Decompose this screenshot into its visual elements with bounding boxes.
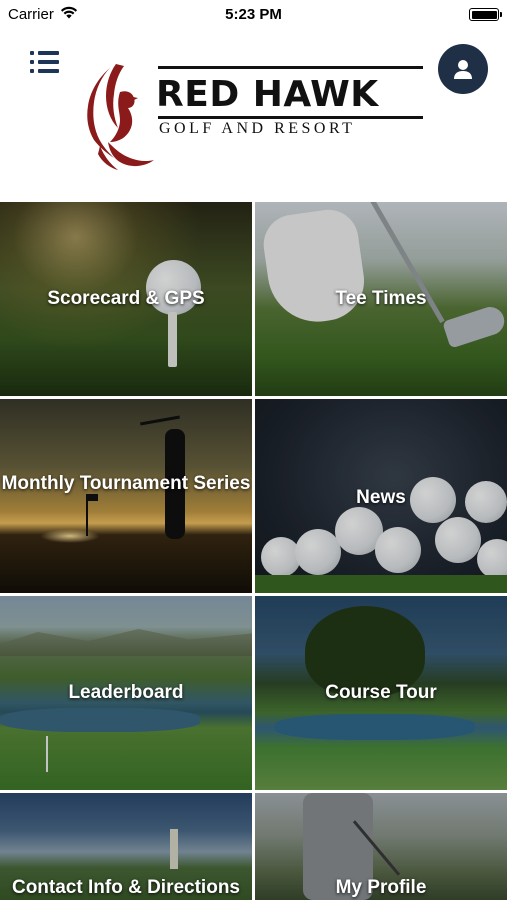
tile-contact-info[interactable]: Contact Info & Directions <box>0 793 252 900</box>
logo-rule-middle <box>158 116 423 119</box>
tile-label: Leaderboard <box>68 682 184 703</box>
tile-label: Course Tour <box>325 682 437 703</box>
logo-subtitle: GOLF AND RESORT <box>159 120 356 137</box>
logo-title: RED HAWK <box>156 74 379 115</box>
logo-rule-top <box>158 66 423 69</box>
tile-label: Monthly Tournament Series <box>1 473 251 494</box>
tile-my-profile[interactable]: My Profile <box>255 793 507 900</box>
status-bar: Carrier 5:23 PM <box>0 0 507 30</box>
tile-label: My Profile <box>335 877 427 898</box>
person-icon <box>454 60 472 79</box>
tile-tee-times[interactable]: Tee Times <box>255 202 507 396</box>
tile-label: Tee Times <box>335 288 427 309</box>
status-time: 5:23 PM <box>225 6 282 23</box>
menu-grid: Scorecard & GPS Tee Times Monthly Tourna… <box>0 202 507 900</box>
red-hawk-logo: RED HAWK GOLF AND RESORT <box>80 62 425 172</box>
tile-scorecard-gps[interactable]: Scorecard & GPS <box>0 202 252 396</box>
battery-icon <box>469 8 502 21</box>
tile-label: Contact Info & Directions <box>11 877 240 898</box>
tile-course-tour[interactable]: Course Tour <box>255 596 507 790</box>
menu-list-icon[interactable] <box>30 50 60 76</box>
tile-news[interactable]: News <box>255 399 507 593</box>
app-header: RED HAWK GOLF AND RESORT <box>0 30 507 202</box>
tile-label: News <box>356 487 406 508</box>
hawk-icon <box>87 64 154 170</box>
tile-leaderboard[interactable]: Leaderboard <box>0 596 252 790</box>
tile-label: Scorecard & GPS <box>47 288 205 309</box>
profile-button[interactable] <box>438 44 488 94</box>
tile-monthly-tournament[interactable]: Monthly Tournament Series <box>0 399 252 593</box>
